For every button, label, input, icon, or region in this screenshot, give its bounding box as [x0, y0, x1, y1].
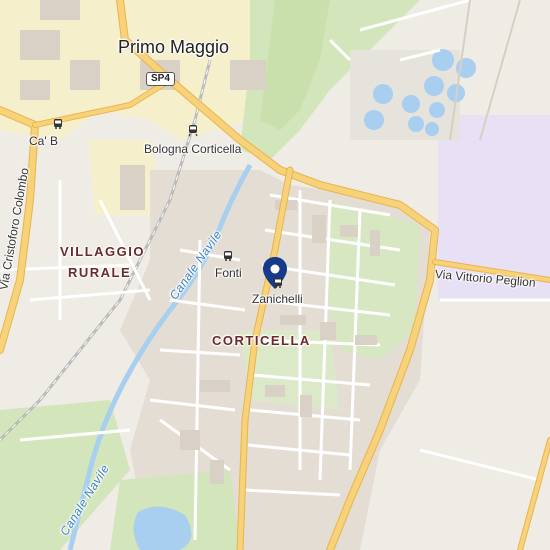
place-label-ca-b: Ca' B	[29, 134, 58, 148]
place-label-primo-maggio: Primo Maggio	[118, 37, 230, 57]
station-label-zanichelli: Zanichelli	[252, 292, 303, 306]
road-shield-sp4: SP4	[146, 72, 175, 86]
station-label-fonti: Fonti	[215, 266, 242, 280]
place-label-corticella: CORTICELLA	[212, 333, 311, 348]
place-label-villaggio: VILLAGGIO	[60, 244, 145, 259]
place-label-rurale: RURALE	[68, 265, 132, 280]
map-canvas[interactable]: Primo Maggio SP4 Ca' B Bologna Corticell…	[0, 0, 550, 550]
station-label-bologna-corticella: Bologna Corticella	[144, 142, 242, 156]
